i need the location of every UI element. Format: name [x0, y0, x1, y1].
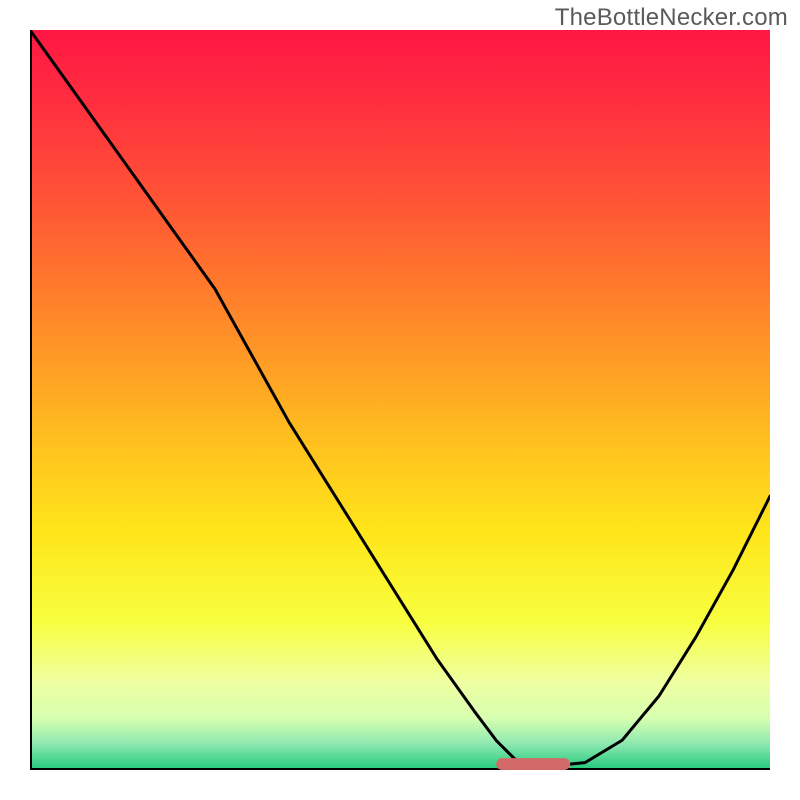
gradient-background [30, 30, 770, 770]
chart-container: TheBottleNecker.com [0, 0, 800, 800]
watermark-text: TheBottleNecker.com [555, 4, 788, 32]
bottleneck-chart [30, 30, 770, 770]
optimal-marker [496, 758, 570, 770]
